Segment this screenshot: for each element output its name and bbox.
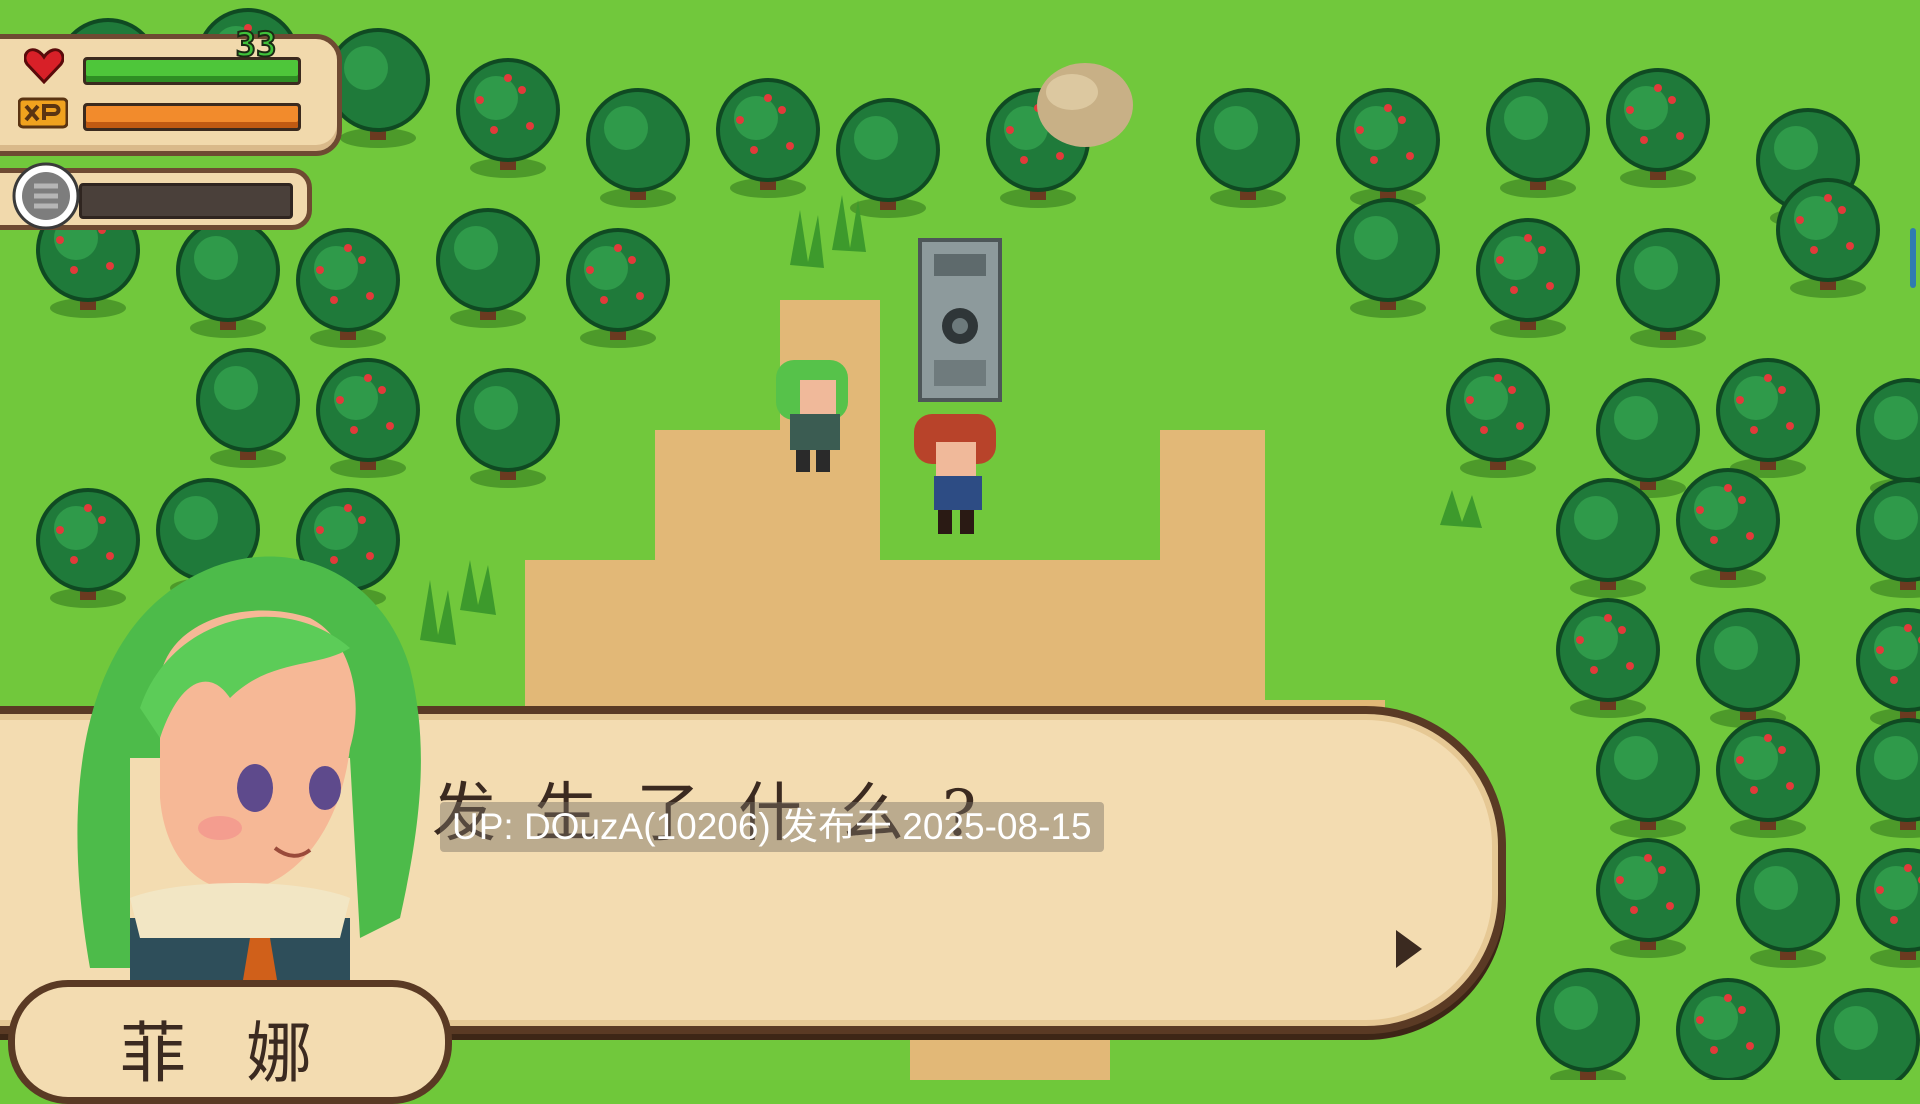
triangle-right-icon[interactable] bbox=[1392, 928, 1426, 970]
level-badge: 33 bbox=[235, 25, 278, 65]
speaker-portrait bbox=[77, 556, 421, 998]
uploader-watermark: UP: DOuzA(10206) 发布于 2025-08-15 bbox=[440, 802, 1104, 852]
xp-bar bbox=[83, 103, 301, 131]
shield-bar bbox=[79, 183, 293, 219]
tree-icon bbox=[1816, 988, 1920, 1080]
stone-monument-icon bbox=[918, 238, 1002, 402]
xp-icon bbox=[18, 97, 68, 129]
speaker-name: 菲娜 bbox=[120, 1015, 372, 1092]
scroll-indicator bbox=[1910, 228, 1916, 288]
shield-icon bbox=[12, 162, 80, 230]
apple-tree-icon bbox=[1676, 978, 1780, 1080]
boulder-icon bbox=[1037, 63, 1133, 147]
heart-icon bbox=[24, 48, 64, 84]
xp-bar-fill bbox=[86, 106, 298, 128]
